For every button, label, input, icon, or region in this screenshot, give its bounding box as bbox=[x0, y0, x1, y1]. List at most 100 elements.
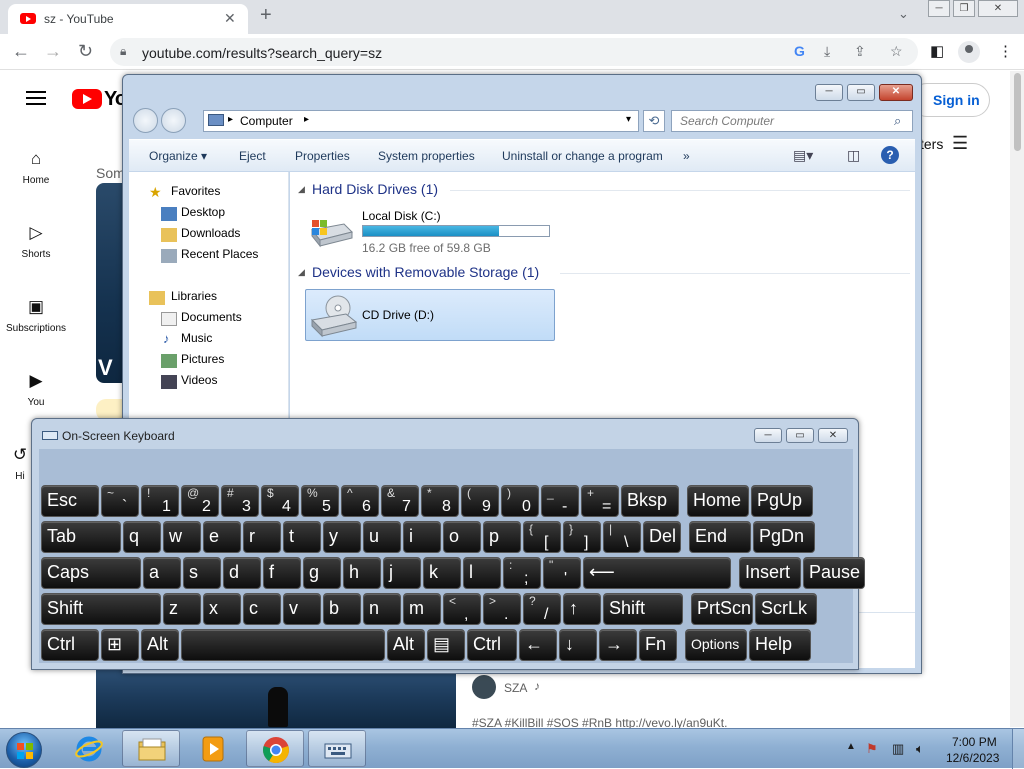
key-symbol[interactable]: :; bbox=[503, 557, 541, 589]
key-h[interactable]: h bbox=[343, 557, 381, 589]
browser-restore-button[interactable]: ❐ bbox=[953, 0, 975, 17]
page-scrollbar[interactable] bbox=[1010, 71, 1024, 727]
sidebar-item-you[interactable]: ▶ You bbox=[0, 371, 72, 408]
key-0[interactable]: ) 0 bbox=[501, 485, 539, 517]
key-i[interactable]: i bbox=[403, 521, 441, 553]
taskbar-internet-explorer[interactable] bbox=[60, 730, 118, 767]
help-icon[interactable]: ? bbox=[881, 146, 899, 164]
key-symbol[interactable]: <, bbox=[443, 593, 481, 625]
organize-menu[interactable]: Organize ▾ bbox=[149, 149, 207, 163]
key-m[interactable]: m bbox=[403, 593, 441, 625]
volume-icon[interactable]: 🔈︎ bbox=[916, 741, 924, 757]
taskbar-on-screen-keyboard[interactable] bbox=[308, 730, 366, 767]
key-symbol[interactable]: | \ bbox=[603, 521, 641, 553]
key-4[interactable]: $4 bbox=[261, 485, 299, 517]
key-symbol[interactable]: ↓ bbox=[559, 629, 597, 661]
key-space[interactable] bbox=[181, 629, 385, 661]
install-icon[interactable]: ⤓ bbox=[824, 43, 830, 60]
group-hard-disk-drives[interactable]: Hard Disk Drives (1) bbox=[312, 181, 438, 197]
channel-avatar[interactable] bbox=[472, 675, 496, 699]
key-del[interactable]: Del bbox=[643, 521, 681, 553]
key-symbol[interactable]: + = bbox=[581, 485, 619, 517]
view-options-icon[interactable]: ▤▾ bbox=[793, 147, 813, 164]
key-8[interactable]: * 8 bbox=[421, 485, 459, 517]
nav-favorites[interactable]: Favorites bbox=[171, 184, 220, 198]
key-symbol[interactable]: ⊞ bbox=[101, 629, 139, 661]
key-e[interactable]: e bbox=[203, 521, 241, 553]
action-center-flag-icon[interactable]: ⚑ bbox=[866, 741, 878, 757]
key-symbol[interactable]: }] bbox=[563, 521, 601, 553]
key-symbol[interactable]: _ - bbox=[541, 485, 579, 517]
cd-drive-item[interactable]: CD Drive (D:) bbox=[305, 289, 555, 341]
taskbar-media-player[interactable] bbox=[184, 730, 242, 767]
sidebar-item-home[interactable]: ⌂ Home bbox=[0, 149, 72, 186]
key-a[interactable]: a bbox=[143, 557, 181, 589]
uninstall-program-button[interactable]: Uninstall or change a program bbox=[502, 149, 663, 163]
menu-icon[interactable]: ⋮ bbox=[998, 42, 1013, 60]
sidebar-item-shorts[interactable]: ▷ Shorts bbox=[0, 223, 72, 260]
explorer-search-input[interactable]: Search Computer ⌕ bbox=[671, 110, 913, 132]
share-icon[interactable]: ⇪ bbox=[854, 43, 866, 60]
eject-button[interactable]: Eject bbox=[239, 149, 266, 163]
taskbar-file-explorer[interactable] bbox=[122, 730, 180, 767]
osk-minimize-button[interactable]: ─ bbox=[754, 428, 782, 443]
collapse-arrow-icon[interactable]: ◢ bbox=[298, 184, 305, 195]
clock-date[interactable]: 12/6/2023 bbox=[946, 751, 999, 765]
browser-tab[interactable]: sz - YouTube ✕ bbox=[8, 4, 248, 34]
key-s[interactable]: s bbox=[183, 557, 221, 589]
key-3[interactable]: #3 bbox=[221, 485, 259, 517]
key-r[interactable]: r bbox=[243, 521, 281, 553]
explorer-back-button[interactable] bbox=[133, 108, 158, 133]
start-button[interactable] bbox=[6, 732, 42, 768]
nav-music[interactable]: Music bbox=[181, 331, 212, 345]
scrollbar-thumb[interactable] bbox=[1014, 73, 1021, 151]
google-icon[interactable]: G bbox=[794, 43, 805, 59]
key-pgup[interactable]: PgUp bbox=[751, 485, 813, 517]
key-ctrl[interactable]: Ctrl bbox=[41, 629, 99, 661]
key-symbol[interactable]: ↑ bbox=[563, 593, 601, 625]
key-b[interactable]: b bbox=[323, 593, 361, 625]
properties-button[interactable]: Properties bbox=[295, 149, 350, 163]
explorer-refresh-button[interactable]: ⟲ bbox=[643, 110, 665, 132]
key-2[interactable]: @2 bbox=[181, 485, 219, 517]
key-help[interactable]: Help bbox=[749, 629, 811, 661]
filters-label[interactable]: ters bbox=[920, 136, 943, 152]
key-symbol[interactable]: ▤ bbox=[427, 629, 465, 661]
key-9[interactable]: (9 bbox=[461, 485, 499, 517]
key-y[interactable]: y bbox=[323, 521, 361, 553]
key-5[interactable]: % 5 bbox=[301, 485, 339, 517]
key-l[interactable]: l bbox=[463, 557, 501, 589]
osk-close-button[interactable]: ✕ bbox=[818, 428, 848, 443]
key-v[interactable]: v bbox=[283, 593, 321, 625]
taskbar-chrome[interactable] bbox=[246, 730, 304, 767]
key-symbol[interactable]: ⟵ bbox=[583, 557, 731, 589]
explorer-minimize-button[interactable]: ─ bbox=[815, 84, 843, 101]
nav-pictures[interactable]: Pictures bbox=[181, 352, 224, 366]
preview-pane-icon[interactable]: ◫ bbox=[847, 147, 860, 164]
key-x[interactable]: x bbox=[203, 593, 241, 625]
nav-documents[interactable]: Documents bbox=[181, 310, 242, 324]
local-disk-label[interactable]: Local Disk (C:) bbox=[362, 209, 441, 223]
side-panel-icon[interactable]: ◧ bbox=[930, 42, 944, 60]
url-text[interactable]: youtube.com/results?search_query=sz bbox=[142, 45, 382, 61]
nav-recent-places[interactable]: Recent Places bbox=[181, 247, 258, 261]
browser-close-button[interactable]: ✕ bbox=[978, 0, 1018, 17]
browser-minimize-button[interactable]: ─ bbox=[928, 0, 950, 17]
profile-icon[interactable] bbox=[958, 41, 980, 63]
group-removable-storage[interactable]: Devices with Removable Storage (1) bbox=[312, 264, 539, 280]
search-icon[interactable]: ⌕ bbox=[894, 113, 901, 129]
explorer-forward-button[interactable] bbox=[161, 108, 186, 133]
key-symbol[interactable]: >. bbox=[483, 593, 521, 625]
video-thumbnail[interactable] bbox=[96, 183, 124, 383]
filters-icon[interactable]: ☰ bbox=[952, 133, 968, 154]
key-prtscn[interactable]: PrtScn bbox=[691, 593, 753, 625]
key-d[interactable]: d bbox=[223, 557, 261, 589]
system-properties-button[interactable]: System properties bbox=[378, 149, 475, 163]
key-z[interactable]: z bbox=[163, 593, 201, 625]
key-symbol[interactable]: {[ bbox=[523, 521, 561, 553]
key-symbol[interactable]: ~ ` bbox=[101, 485, 139, 517]
explorer-maximize-button[interactable]: ▭ bbox=[847, 84, 875, 101]
nav-videos[interactable]: Videos bbox=[181, 373, 217, 387]
clock-time[interactable]: 7:00 PM bbox=[952, 735, 997, 749]
key-o[interactable]: o bbox=[443, 521, 481, 553]
